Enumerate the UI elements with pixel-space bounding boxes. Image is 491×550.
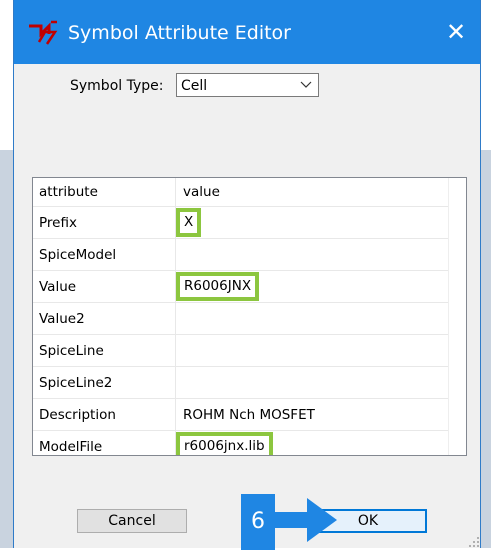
attribute-cell: SpiceLine2 — [33, 366, 176, 399]
table-row[interactable]: SpiceModel — [33, 238, 465, 271]
symbol-type-value: Cell — [181, 78, 208, 94]
close-icon[interactable]: ✕ — [442, 18, 470, 46]
highlight-box: r6006jnx.lib — [176, 432, 273, 455]
background-window-strip-left — [0, 150, 14, 548]
table-row[interactable]: Description ROHM Nch MOSFET — [33, 398, 465, 431]
chevron-down-icon — [300, 81, 312, 88]
symbol-attribute-editor-dialog: Symbol Attribute Editor ✕ Symbol Type: C… — [13, 0, 481, 550]
value-cell[interactable]: R6006JNX — [175, 270, 465, 303]
vertical-scrollbar[interactable] — [448, 178, 466, 455]
pointer-arrow-icon — [275, 498, 337, 542]
table-row[interactable]: SpiceLine2 — [33, 366, 465, 399]
value-cell[interactable] — [175, 302, 465, 335]
table-row[interactable]: Value R6006JNX — [33, 270, 465, 303]
attribute-table: attribute value Prefix X SpiceModel Valu… — [32, 177, 467, 456]
table-row[interactable]: Prefix X — [33, 206, 465, 239]
attribute-cell: Description — [33, 398, 176, 431]
background-window-strip-right — [481, 150, 491, 548]
dialog-title: Symbol Attribute Editor — [68, 22, 291, 44]
value-cell[interactable]: ROHM Nch MOSFET — [175, 398, 465, 431]
attribute-cell: Value — [33, 270, 176, 303]
table-row[interactable]: Value2 — [33, 302, 465, 335]
symbol-type-select[interactable]: Cell — [176, 73, 319, 97]
value-cell[interactable]: r6006jnx.lib — [175, 430, 465, 455]
attribute-cell: SpiceLine — [33, 334, 176, 367]
attribute-cell: ModelFile — [33, 430, 176, 455]
value-cell[interactable] — [175, 366, 465, 399]
attribute-cell: Value2 — [33, 302, 176, 335]
cancel-button[interactable]: Cancel — [77, 509, 187, 533]
value-cell[interactable] — [175, 334, 465, 367]
highlight-box: R6006JNX — [176, 272, 260, 301]
table-header-row: attribute value — [33, 178, 465, 207]
value-cell[interactable] — [175, 238, 465, 271]
title-bar[interactable]: Symbol Attribute Editor ✕ — [14, 0, 480, 64]
table-row[interactable]: ModelFile r6006jnx.lib — [33, 430, 465, 455]
column-header-attribute: attribute — [33, 178, 176, 207]
table-row[interactable]: SpiceLine — [33, 334, 465, 367]
attribute-cell: SpiceModel — [33, 238, 176, 271]
column-header-value: value — [175, 178, 465, 207]
resize-grip-icon[interactable] — [468, 536, 480, 548]
schematic-symbol-icon — [29, 20, 58, 45]
symbol-type-label: Symbol Type: — [70, 78, 164, 94]
value-cell[interactable]: X — [175, 206, 465, 239]
attribute-cell: Prefix — [33, 206, 176, 239]
highlight-box: X — [176, 208, 202, 237]
